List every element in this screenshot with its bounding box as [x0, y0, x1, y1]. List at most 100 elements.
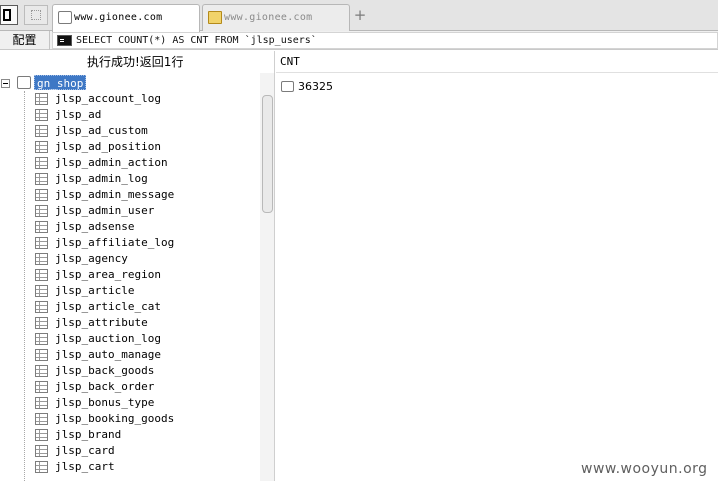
table-icon — [35, 109, 48, 121]
table-icon — [35, 285, 48, 297]
table-label: jlsp_adsense — [55, 220, 135, 233]
sql-query-text: SELECT COUNT(*) AS CNT FROM `jlsp_users` — [76, 35, 317, 46]
dotted-box-icon — [31, 10, 41, 20]
table-node[interactable]: jlsp_article_cat — [0, 299, 260, 315]
table-node[interactable]: jlsp_auto_manage — [0, 347, 260, 363]
table-label: jlsp_back_goods — [55, 364, 155, 377]
table-label: jlsp_article_cat — [55, 300, 161, 313]
table-node[interactable]: jlsp_ad_custom — [0, 123, 260, 139]
column-header-cnt[interactable]: CNT — [276, 51, 718, 73]
tab-gionee-inactive[interactable]: www.gionee.com — [202, 4, 350, 31]
table-node[interactable]: jlsp_area_region — [0, 267, 260, 283]
table-label: jlsp_ad_position — [55, 140, 161, 153]
tree-scrollbar[interactable] — [260, 73, 274, 481]
results-panel: CNT 36325 — [276, 51, 718, 481]
table-node[interactable]: jlsp_agency — [0, 251, 260, 267]
table-icon — [35, 157, 48, 169]
table-icon — [35, 333, 48, 345]
table-label: jlsp_article — [55, 284, 135, 297]
table-node[interactable]: jlsp_attribute — [0, 315, 260, 331]
database-node[interactable]: gn_shop — [0, 75, 260, 91]
table-label: jlsp_bonus_type — [55, 396, 155, 409]
table-node[interactable]: jlsp_ad — [0, 107, 260, 123]
result-value: 36325 — [298, 80, 333, 93]
database-icon — [17, 76, 31, 89]
table-icon — [35, 205, 48, 217]
sql-input[interactable]: SELECT COUNT(*) AS CNT FROM `jlsp_users` — [52, 32, 718, 49]
table-label: jlsp_card — [55, 444, 115, 457]
new-tab-button[interactable]: + — [353, 7, 367, 23]
terminal-icon — [57, 35, 72, 46]
table-node[interactable]: jlsp_admin_message — [0, 187, 260, 203]
table-icon — [35, 93, 48, 105]
table-icon — [35, 237, 48, 249]
table-icon — [35, 413, 48, 425]
table-label: jlsp_attribute — [55, 316, 148, 329]
table-label: jlsp_admin_message — [55, 188, 175, 201]
folder-icon — [208, 11, 222, 24]
table-icon — [35, 173, 48, 185]
table-node[interactable]: jlsp_back_goods — [0, 363, 260, 379]
table-node[interactable]: jlsp_article — [0, 283, 260, 299]
table-label: jlsp_booking_goods — [55, 412, 175, 425]
table-node[interactable]: jlsp_affiliate_log — [0, 235, 260, 251]
table-label: jlsp_admin_user — [55, 204, 155, 217]
database-label[interactable]: gn_shop — [34, 75, 87, 90]
table-icon — [35, 141, 48, 153]
table-icon — [35, 301, 48, 313]
toolbar: 配置 SELECT COUNT(*) AS CNT FROM `jlsp_use… — [0, 31, 718, 50]
table-label: jlsp_cart — [55, 460, 115, 473]
table-node[interactable]: jlsp_brand — [0, 427, 260, 443]
table-node[interactable]: jlsp_admin_log — [0, 171, 260, 187]
table-node[interactable]: jlsp_back_order — [0, 379, 260, 395]
scroll-thumb[interactable] — [262, 95, 273, 213]
table-node[interactable]: jlsp_bonus_type — [0, 395, 260, 411]
page-icon — [58, 11, 72, 24]
table-label: jlsp_ad — [55, 108, 102, 121]
table-node[interactable]: jlsp_account_log — [0, 91, 260, 107]
table-label: jlsp_auction_log — [55, 332, 161, 345]
table-icon — [35, 269, 48, 281]
table-label: jlsp_admin_log — [55, 172, 148, 185]
table-node[interactable]: jlsp_admin_action — [0, 155, 260, 171]
table-icon — [35, 317, 48, 329]
table-icon — [35, 461, 48, 473]
table-node[interactable]: jlsp_adsense — [0, 219, 260, 235]
config-button[interactable]: 配置 — [0, 31, 50, 50]
table-icon — [35, 381, 48, 393]
table-label: jlsp_auto_manage — [55, 348, 161, 361]
table-node[interactable]: jlsp_booking_goods — [0, 411, 260, 427]
table-label: jlsp_back_order — [55, 380, 155, 393]
table-node[interactable]: jlsp_ad_position — [0, 139, 260, 155]
table-icon — [35, 253, 48, 265]
secondary-toggle-button[interactable] — [24, 5, 48, 25]
table-icon — [35, 397, 48, 409]
table-label: jlsp_admin_action — [55, 156, 168, 169]
panel-toggle-button[interactable] — [0, 5, 18, 25]
table-label: jlsp_ad_custom — [55, 124, 148, 137]
table-label: jlsp_affiliate_log — [55, 236, 175, 249]
table-icon — [35, 445, 48, 457]
table-icon — [35, 221, 48, 233]
table-label: jlsp_area_region — [55, 268, 161, 281]
table-icon — [35, 365, 48, 377]
collapse-icon[interactable] — [1, 79, 10, 88]
tab-label: www.gionee.com — [224, 12, 313, 23]
table-node[interactable]: jlsp_card — [0, 443, 260, 459]
database-tree-panel: 执行成功!返回1行 gn_shop jlsp_account_log jlsp_a… — [0, 51, 275, 481]
result-row[interactable]: 36325 — [276, 79, 718, 95]
table-tree: gn_shop jlsp_account_log jlsp_ad jlsp_ad_c… — [0, 73, 260, 481]
table-icon — [35, 349, 48, 361]
table-node[interactable]: jlsp_auction_log — [0, 331, 260, 347]
tab-strip: www.gionee.com www.gionee.com + — [0, 0, 718, 32]
table-node[interactable]: jlsp_admin_user — [0, 203, 260, 219]
table-icon — [35, 125, 48, 137]
table-icon — [35, 429, 48, 441]
watermark: www.wooyun.org — [581, 461, 708, 477]
table-label: jlsp_account_log — [55, 92, 161, 105]
table-node[interactable]: jlsp_cart — [0, 459, 260, 475]
tab-gionee-active[interactable]: www.gionee.com — [52, 4, 200, 32]
tab-label: www.gionee.com — [74, 12, 163, 23]
table-label: jlsp_agency — [55, 252, 128, 265]
panel-icon — [3, 9, 11, 21]
